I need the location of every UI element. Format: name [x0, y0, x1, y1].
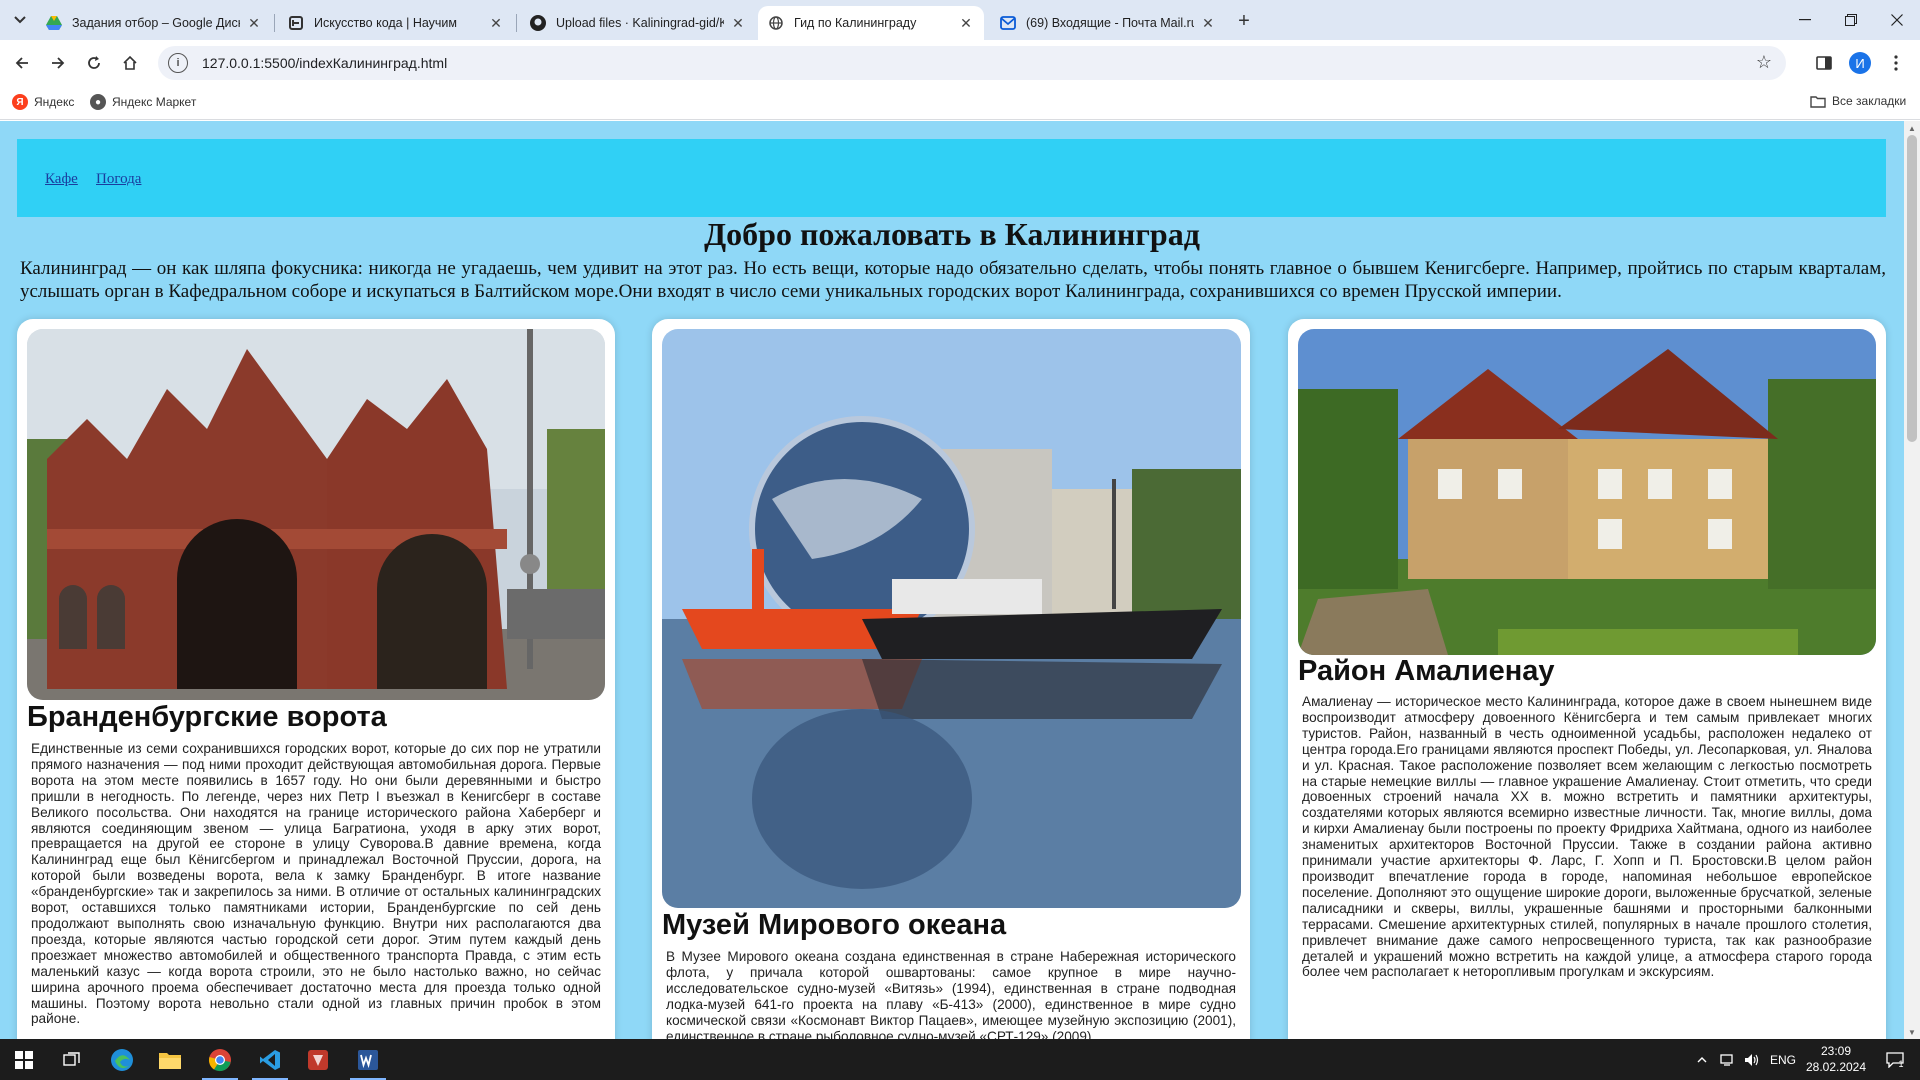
tab-separator — [274, 14, 275, 32]
world-ocean-museum-photo — [662, 329, 1241, 908]
tab-iskusstvo-koda[interactable]: Искусство кода | Научим ✕ — [278, 6, 514, 40]
avatar[interactable]: И — [1849, 52, 1871, 74]
nav-link-weather[interactable]: Погода — [96, 171, 141, 188]
home-icon[interactable] — [116, 49, 144, 77]
volume-icon[interactable] — [1742, 1039, 1762, 1080]
reload-icon[interactable] — [80, 49, 108, 77]
bookmark-label: Яндекс Маркет — [112, 95, 197, 109]
new-tab-icon[interactable]: + — [1232, 9, 1256, 33]
edge-icon[interactable] — [98, 1039, 146, 1080]
tab-title: (69) Входящие - Почта Mail.ru — [1026, 16, 1194, 30]
site-nav: Кафе Погода — [17, 139, 1886, 217]
close-tab-icon[interactable]: ✕ — [730, 15, 746, 31]
scrollbar-thumb[interactable] — [1907, 135, 1917, 442]
bookmark-label: Яндекс — [34, 95, 75, 109]
globe-icon — [768, 15, 784, 31]
start-icon[interactable] — [0, 1039, 48, 1080]
close-tab-icon[interactable]: ✕ — [246, 15, 262, 31]
close-tab-icon[interactable]: ✕ — [958, 15, 974, 31]
tab-mail-ru[interactable]: (69) Входящие - Почта Mail.ru ✕ — [990, 6, 1226, 40]
network-icon[interactable] — [1718, 1039, 1738, 1080]
profile-avatar[interactable]: И — [1846, 49, 1874, 77]
restore-icon[interactable] — [1828, 0, 1874, 40]
card-title: Музей Мирового океана — [662, 909, 1007, 941]
side-panel-icon[interactable] — [1810, 49, 1838, 77]
tab-title: Гид по Калининграду — [794, 16, 917, 30]
close-tab-icon[interactable]: ✕ — [488, 15, 504, 31]
scroll-down-icon[interactable]: ▼ — [1904, 1025, 1920, 1039]
all-bookmarks-label: Все закладки — [1832, 94, 1907, 108]
tray-chevron-icon[interactable] — [1692, 1039, 1712, 1080]
card-brandenburg-gate: Бранденбургские ворота Единственные из с… — [17, 319, 615, 1039]
vscode-icon[interactable] — [246, 1039, 294, 1080]
task-view-icon[interactable] — [48, 1039, 96, 1080]
tab-title: Искусство кода | Научим — [314, 16, 458, 30]
tab-separator — [516, 14, 517, 32]
brandenburg-gate-photo — [27, 329, 605, 700]
minimize-icon[interactable] — [1782, 0, 1828, 40]
page-scrollbar[interactable]: ▲ ▼ — [1904, 121, 1920, 1039]
yandex-icon: Я — [12, 94, 28, 110]
tab-github-upload[interactable]: Upload files · Kaliningrad-gid/K ✕ — [520, 6, 756, 40]
close-tab-icon[interactable]: ✕ — [1200, 15, 1216, 31]
bookmark-yandex-market[interactable]: ● Яндекс Маркет — [90, 94, 196, 110]
file-explorer-icon[interactable] — [146, 1039, 194, 1080]
card-text: Единственные из семи сохранившихся город… — [31, 741, 601, 1027]
app-red-icon[interactable] — [294, 1039, 342, 1080]
notification-center-icon[interactable]: 1 — [1878, 1039, 1912, 1080]
url-text[interactable]: 127.0.0.1:5500/indexКалининград.html — [202, 55, 447, 71]
bookmarks-bar: Я Яндекс ● Яндекс Маркет Все закладки — [0, 86, 1920, 120]
bookmark-star-icon[interactable]: ☆ — [1756, 52, 1772, 73]
clock-time: 23:09 — [1820, 1044, 1852, 1058]
folder-icon — [1810, 95, 1826, 108]
site-info-icon[interactable]: i — [168, 53, 188, 73]
card-title: Район Амалиенау — [1298, 655, 1555, 687]
clock-date: 28.02.2024 — [1805, 1060, 1867, 1074]
tab-strip: Задания отбор – Google Диск ✕ Искусство … — [0, 0, 1920, 40]
github-icon — [530, 15, 546, 31]
globe-icon: ● — [90, 94, 106, 110]
tab-title: Upload files · Kaliningrad-gid/K — [556, 16, 724, 30]
amalienau-villa-photo — [1298, 329, 1876, 655]
page-title: Добро пожаловать в Калининград — [704, 216, 1200, 252]
back-icon[interactable] — [8, 49, 36, 77]
mail-icon — [1000, 15, 1016, 31]
card-text: В Музее Мирового океана создана единстве… — [666, 949, 1236, 1039]
all-bookmarks[interactable]: Все закладки — [1810, 94, 1906, 108]
google-drive-icon — [46, 15, 62, 31]
notification-count: 1 — [1898, 1058, 1904, 1069]
intro-text: Калининград — он как шляпа фокусника: ни… — [20, 258, 1886, 302]
site-icon — [288, 15, 304, 31]
nav-link-cafe[interactable]: Кафе — [45, 171, 78, 188]
word-icon[interactable] — [344, 1039, 392, 1080]
address-bar[interactable]: i 127.0.0.1:5500/indexКалининград.html ☆ — [158, 46, 1786, 80]
tab-google-drive[interactable]: Задания отбор – Google Диск ✕ — [36, 6, 272, 40]
card-world-ocean-museum: Музей Мирового океана В Музее Мирового о… — [652, 319, 1250, 1039]
language-indicator[interactable]: ENG — [1768, 1039, 1798, 1080]
chrome-icon[interactable] — [196, 1039, 244, 1080]
close-window-icon[interactable] — [1874, 0, 1920, 40]
page-viewport: Кафе Погода Добро пожаловать в Калинингр… — [0, 121, 1904, 1039]
tab-title: Задания отбор – Google Диск — [72, 16, 240, 30]
tab-search-icon[interactable] — [8, 8, 32, 32]
card-title: Бранденбургские ворота — [27, 701, 387, 733]
system-clock[interactable]: 23:09 28.02.2024 — [1800, 1043, 1872, 1075]
windows-taskbar: ENG 23:09 28.02.2024 1 — [0, 1039, 1920, 1080]
menu-kebab-icon[interactable] — [1882, 49, 1910, 77]
scroll-up-icon[interactable]: ▲ — [1904, 121, 1920, 135]
card-text: Амалиенау — историческое место Калинингр… — [1302, 694, 1872, 980]
forward-icon[interactable] — [44, 49, 72, 77]
bookmark-yandex[interactable]: Я Яндекс — [12, 94, 74, 110]
card-amalienau: Район Амалиенау Амалиенау — историческое… — [1288, 319, 1886, 1039]
browser-toolbar: i 127.0.0.1:5500/indexКалининград.html ☆… — [0, 40, 1920, 86]
tab-gid-kaliningrad[interactable]: Гид по Калининграду ✕ — [758, 6, 984, 40]
